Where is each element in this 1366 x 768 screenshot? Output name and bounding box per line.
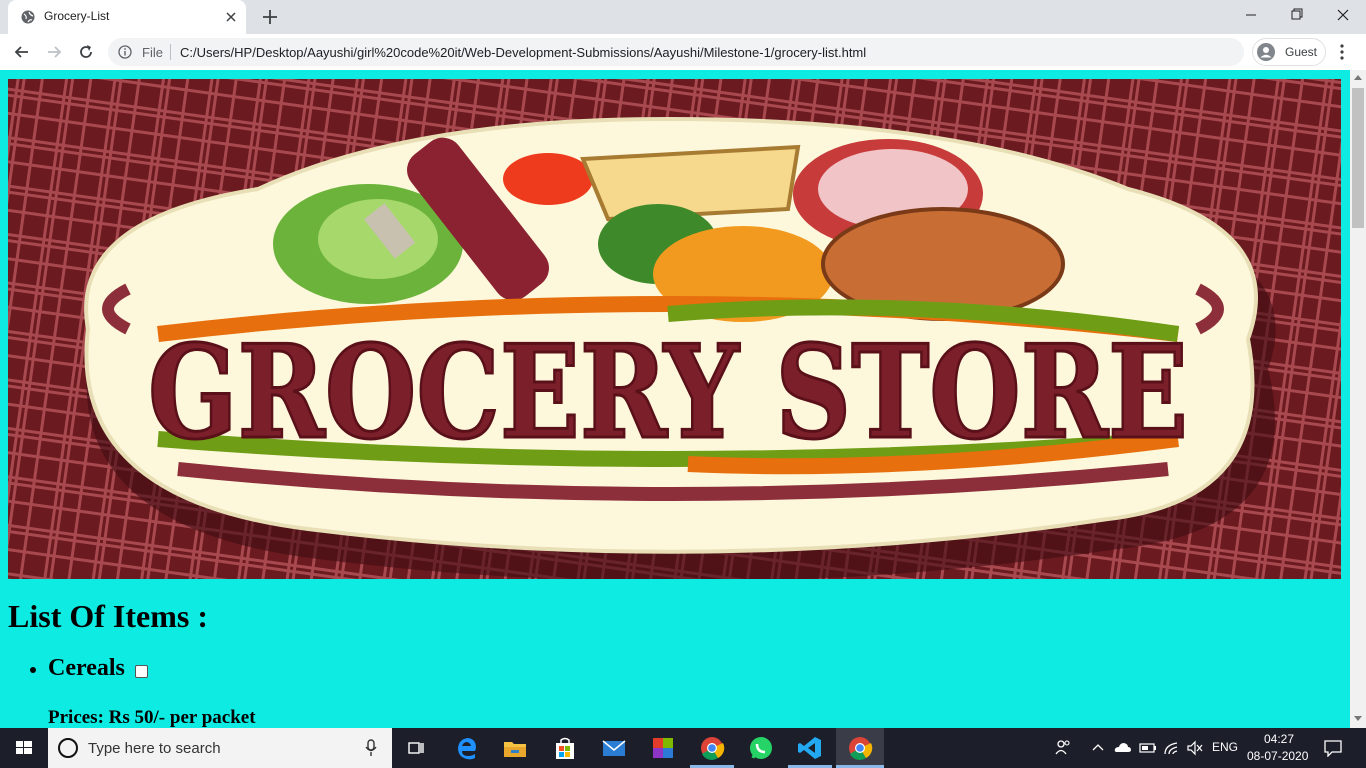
- taskbar-active-chrome[interactable]: [836, 728, 884, 768]
- back-icon[interactable]: [12, 42, 32, 62]
- onedrive-icon[interactable]: [1114, 741, 1132, 753]
- scrollbar-thumb[interactable]: [1352, 88, 1364, 228]
- bullet: [30, 667, 36, 673]
- wifi-icon[interactable]: [1163, 740, 1181, 756]
- item-checkbox[interactable]: [135, 665, 148, 678]
- windows-taskbar: Type here to search ENG 04:27 08-07-2020: [0, 728, 1366, 768]
- page-scrollbar[interactable]: [1350, 70, 1366, 728]
- notifications-icon[interactable]: [1323, 739, 1343, 757]
- info-icon[interactable]: [118, 45, 132, 59]
- volume-muted-icon[interactable]: [1186, 740, 1204, 756]
- list-heading: List Of Items :: [8, 598, 208, 634]
- new-tab-icon[interactable]: [260, 7, 280, 27]
- restore-icon[interactable]: [1274, 0, 1320, 30]
- office-icon[interactable]: [649, 734, 677, 762]
- battery-icon[interactable]: [1139, 742, 1157, 754]
- mail-icon[interactable]: [600, 734, 628, 762]
- mic-icon[interactable]: [364, 738, 378, 758]
- chrome-icon[interactable]: [698, 734, 726, 762]
- url-text[interactable]: C:/Users/HP/Desktop/Aayushi/girl%20code%…: [180, 45, 866, 60]
- tab-grocery-list[interactable]: Grocery-List: [8, 0, 246, 34]
- clock-time[interactable]: 04:27: [1264, 732, 1294, 746]
- task-view-icon[interactable]: [402, 734, 430, 762]
- item-name: Cereals: [48, 655, 125, 681]
- address-bar[interactable]: File C:/Users/HP/Desktop/Aayushi/girl%20…: [108, 38, 1244, 66]
- tab-title: Grocery-List: [44, 9, 110, 23]
- tab-strip: Grocery-List: [0, 0, 1366, 34]
- scroll-up-icon[interactable]: [1353, 73, 1363, 81]
- close-window-icon[interactable]: [1320, 0, 1366, 30]
- chevron-up-icon[interactable]: [1092, 742, 1104, 752]
- avatar-icon: [1257, 43, 1275, 61]
- chrome-icon: [849, 737, 873, 760]
- scheme-label: File: [142, 45, 163, 60]
- scroll-down-icon[interactable]: [1353, 715, 1363, 723]
- browser-toolbar: File C:/Users/HP/Desktop/Aayushi/girl%20…: [0, 34, 1366, 70]
- whatsapp-icon[interactable]: [747, 734, 775, 762]
- forward-icon[interactable]: [44, 42, 64, 62]
- close-tab-icon[interactable]: [222, 8, 240, 26]
- globe-icon: [21, 10, 35, 24]
- grocery-store-banner: GROCERY STORE: [8, 79, 1341, 579]
- clock-date[interactable]: 08-07-2020: [1247, 749, 1308, 763]
- reload-icon[interactable]: [76, 42, 96, 62]
- edge-icon[interactable]: [453, 734, 481, 762]
- item-price: Prices: Rs 50/- per packet: [48, 707, 256, 728]
- file-explorer-icon[interactable]: [501, 734, 529, 762]
- people-icon[interactable]: [1054, 738, 1072, 756]
- cortana-icon: [58, 738, 78, 758]
- language-indicator[interactable]: ENG: [1212, 740, 1238, 754]
- menu-kebab-icon[interactable]: [1334, 42, 1350, 62]
- svg-text:GROCERY STORE: GROCERY STORE: [148, 318, 1188, 468]
- windows-icon[interactable]: [0, 728, 48, 768]
- profile-label: Guest: [1285, 45, 1318, 59]
- search-placeholder: Type here to search: [88, 740, 221, 757]
- omnibox-divider: [170, 44, 171, 60]
- page-content: GROCERY STORE List Of Items : Cereals Pr…: [0, 70, 1350, 728]
- minimize-icon[interactable]: [1228, 0, 1274, 30]
- vscode-icon[interactable]: [796, 734, 824, 762]
- store-icon[interactable]: [551, 734, 579, 762]
- profile-button[interactable]: Guest: [1252, 38, 1326, 66]
- taskbar-search[interactable]: Type here to search: [48, 728, 392, 768]
